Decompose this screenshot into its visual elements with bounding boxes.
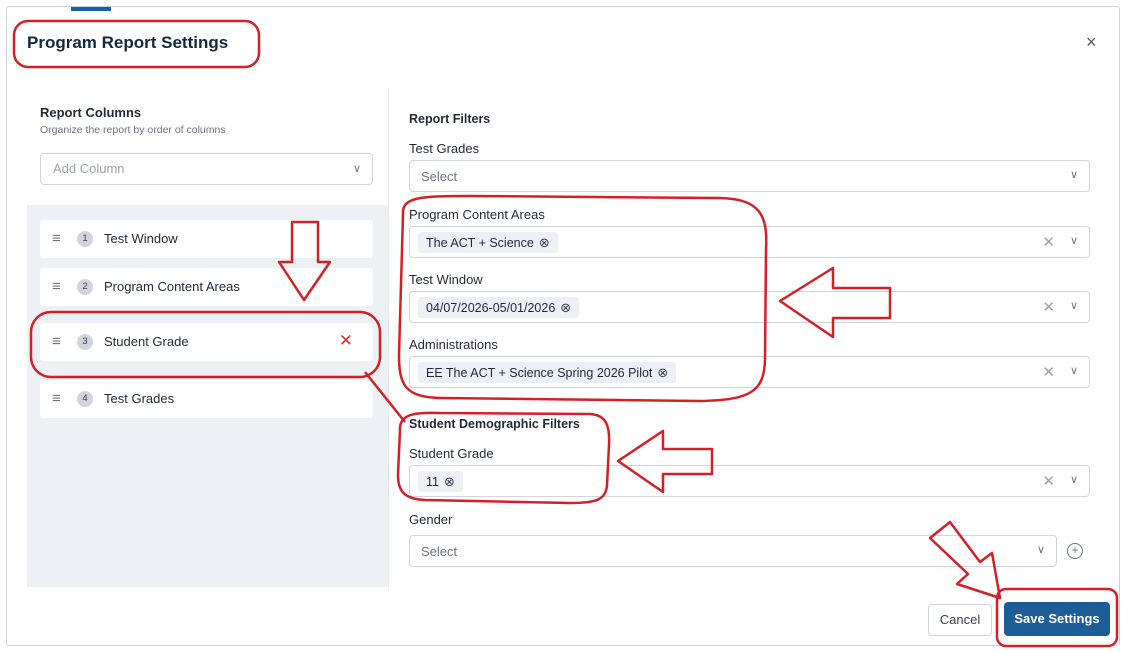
chip-remove-icon[interactable]: ⊗ (657, 365, 668, 380)
clear-icon[interactable]: ✕ (1042, 298, 1055, 316)
drag-handle-icon[interactable]: ≡ (52, 278, 61, 295)
administrations-label: Administrations (409, 337, 498, 352)
chevron-down-icon[interactable]: ∨ (1070, 299, 1078, 312)
selected-chip: 11 ⊗ (418, 471, 463, 492)
chevron-down-icon: ∨ (352, 163, 361, 175)
column-label: Program Content Areas (104, 279, 240, 294)
column-label: Student Grade (104, 334, 189, 349)
student-grade-select[interactable]: 11 ⊗ ✕ ∨ (409, 465, 1090, 497)
selected-chip: EE The ACT + Science Spring 2026 Pilot ⊗ (418, 362, 677, 383)
test-grades-select[interactable]: Select ∨ (409, 160, 1090, 192)
report-columns-subtitle: Organize the report by order of columns (40, 124, 226, 136)
chevron-down-icon[interactable]: ∨ (1070, 234, 1078, 247)
cancel-button[interactable]: Cancel (928, 604, 992, 636)
administrations-select[interactable]: EE The ACT + Science Spring 2026 Pilot ⊗ … (409, 356, 1090, 388)
selected-chip: The ACT + Science ⊗ (418, 232, 558, 253)
chevron-down-icon[interactable]: ∨ (1070, 168, 1078, 181)
top-accent-strip (71, 7, 111, 11)
column-item-test-grades[interactable]: ≡ 4 Test Grades (40, 380, 373, 418)
chip-remove-icon[interactable]: ⊗ (539, 235, 550, 250)
column-order-badge: 1 (77, 231, 93, 247)
column-item-test-window[interactable]: ≡ 1 Test Window (40, 220, 373, 258)
column-label: Test Window (104, 231, 178, 246)
chip-label: 04/07/2026-05/01/2026 (426, 301, 556, 315)
report-filters-heading: Report Filters (409, 112, 491, 126)
gender-label: Gender (409, 512, 453, 527)
column-order-badge: 3 (77, 334, 93, 350)
add-column-select[interactable]: Add Column ∨ (40, 153, 373, 185)
column-label: Test Grades (104, 391, 175, 406)
chevron-down-icon[interactable]: ∨ (1037, 543, 1045, 556)
program-content-areas-label: Program Content Areas (409, 207, 545, 222)
clear-icon[interactable]: ✕ (1042, 233, 1055, 251)
close-icon[interactable]: × (1086, 32, 1097, 53)
column-order-badge: 2 (77, 279, 93, 295)
student-demographic-filters-heading: Student Demographic Filters (409, 417, 580, 431)
test-window-label: Test Window (409, 272, 483, 287)
test-grades-label: Test Grades (409, 141, 480, 156)
drag-handle-icon[interactable]: ≡ (52, 230, 61, 247)
panel-divider (388, 88, 389, 588)
column-order-badge: 4 (77, 391, 93, 407)
report-columns-list: ≡ 1 Test Window ≡ 2 Program Content Area… (27, 205, 388, 587)
chip-remove-icon[interactable]: ⊗ (444, 474, 455, 489)
drag-handle-icon[interactable]: ≡ (52, 333, 61, 350)
chip-label: The ACT + Science (426, 236, 534, 250)
remove-column-icon[interactable]: ✕ (339, 331, 353, 351)
gender-placeholder: Select (421, 544, 458, 559)
gender-select[interactable]: Select ∨ (409, 535, 1057, 567)
chevron-down-icon[interactable]: ∨ (1070, 364, 1078, 377)
chip-label: 11 (426, 475, 439, 489)
selected-chip: 04/07/2026-05/01/2026 ⊗ (418, 297, 580, 318)
chip-label: EE The ACT + Science Spring 2026 Pilot (426, 366, 653, 380)
add-column-placeholder: Add Column (53, 161, 125, 176)
drag-handle-icon[interactable]: ≡ (52, 390, 61, 407)
dialog-title: Program Report Settings (27, 33, 229, 52)
clear-icon[interactable]: ✕ (1042, 472, 1055, 490)
student-grade-label: Student Grade (409, 446, 494, 461)
clear-icon[interactable]: ✕ (1042, 363, 1055, 381)
test-grades-placeholder: Select (421, 169, 458, 184)
column-item-program-content-areas[interactable]: ≡ 2 Program Content Areas (40, 268, 373, 306)
report-columns-heading: Report Columns (40, 105, 142, 120)
column-item-student-grade[interactable]: ≡ 3 Student Grade ✕ (40, 323, 373, 361)
program-content-areas-select[interactable]: The ACT + Science ⊗ ✕ ∨ (409, 226, 1090, 258)
test-window-select[interactable]: 04/07/2026-05/01/2026 ⊗ ✕ ∨ (409, 291, 1090, 323)
save-settings-button[interactable]: Save Settings (1004, 602, 1110, 636)
chevron-down-icon[interactable]: ∨ (1070, 473, 1078, 486)
add-filter-icon[interactable]: + (1067, 543, 1083, 559)
chip-remove-icon[interactable]: ⊗ (560, 300, 571, 315)
